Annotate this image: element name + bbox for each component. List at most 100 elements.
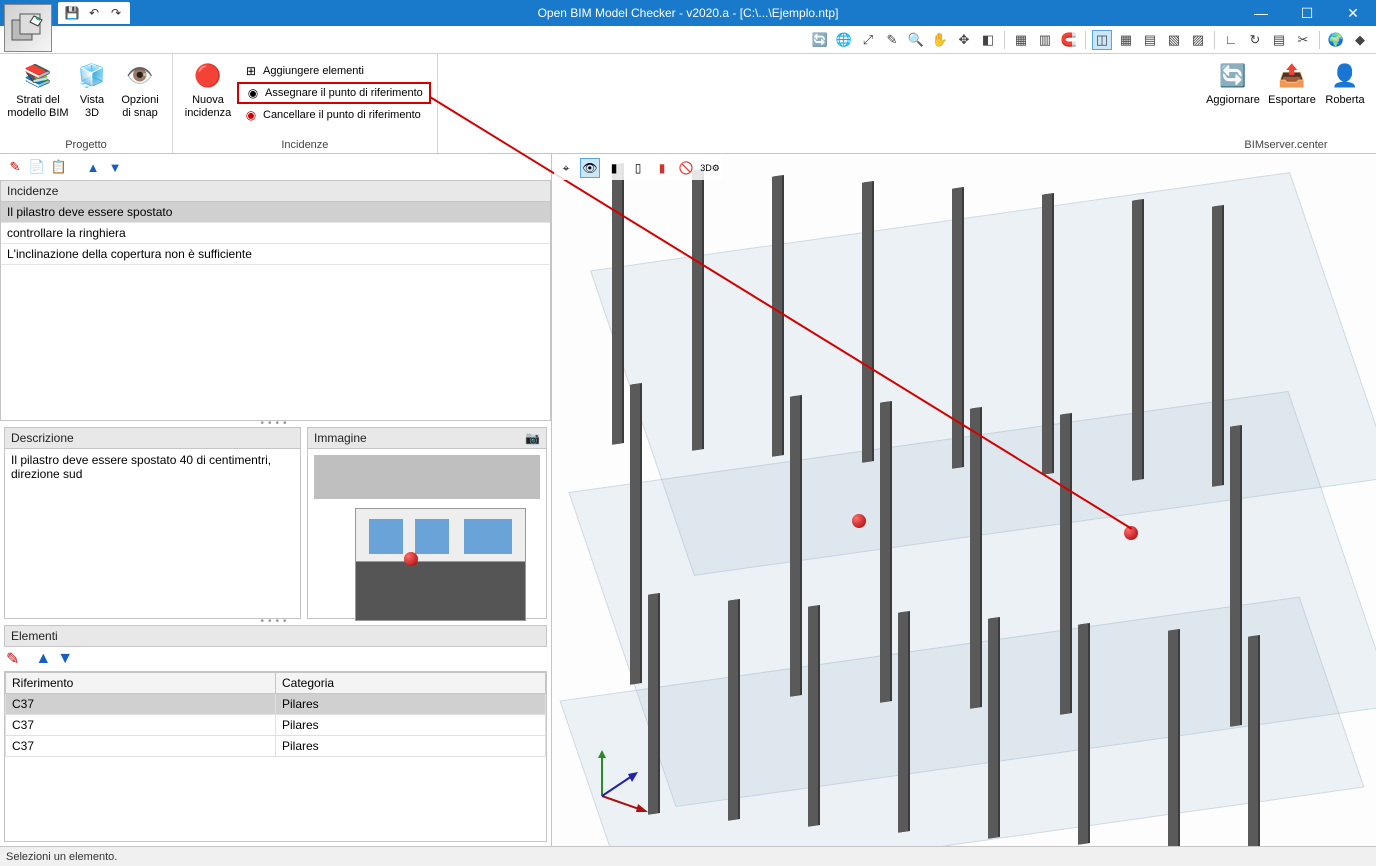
incident-row[interactable]: Il pilastro deve essere spostato [1, 202, 550, 223]
pillar [808, 605, 818, 826]
orbit-icon[interactable]: 🔄 [810, 30, 830, 50]
vp-tool1-icon[interactable]: ▮ [604, 158, 624, 178]
magnet-icon[interactable]: 🧲 [1059, 30, 1079, 50]
world-icon[interactable]: 🌍 [1326, 30, 1346, 50]
incident-row[interactable]: L'inclinazione della copertura non è suf… [1, 244, 550, 265]
axis-icon[interactable]: ⌖ [556, 158, 576, 178]
col-categoria[interactable]: Categoria [276, 672, 546, 693]
incident-row[interactable]: controllare la ringhiera [1, 223, 550, 244]
move-down-icon[interactable]: ▼ [57, 650, 73, 668]
group-label: BIMserver.center [1202, 137, 1370, 153]
ribbon-spacer [438, 54, 1196, 153]
camera-icon[interactable]: 📷 [525, 431, 540, 445]
vista3d-button[interactable]: 🧊 Vista 3D [70, 58, 114, 121]
incidents-list[interactable]: Il pilastro deve essere spostatocontroll… [0, 202, 551, 421]
nuova-incidenza-button[interactable]: 🔴 Nuova incidenza [179, 58, 237, 121]
table-row[interactable]: C37Pilares [6, 693, 546, 714]
add-elements-button[interactable]: ⊞ Aggiungere elementi [237, 60, 431, 82]
left-pane: ✎ 📄 📋 ▲ ▼ Incidenze Il pilastro deve ess… [0, 154, 552, 846]
elements-table[interactable]: Riferimento Categoria C37PilaresC37Pilar… [5, 672, 546, 757]
pillar [898, 611, 908, 832]
3d-viewport[interactable]: ⌖ 👁 ▮ ▯ ▮ 🚫 3D⚙ [552, 154, 1376, 846]
hatch1-icon[interactable]: ▤ [1140, 30, 1160, 50]
separator [1319, 31, 1320, 49]
rotate-icon[interactable]: ↻ [1245, 30, 1265, 50]
eye-icon[interactable]: 👁 [580, 158, 600, 178]
status-bar: Selezioni un elemento. [0, 846, 1376, 866]
move-icon[interactable]: ✥ [954, 30, 974, 50]
table-row[interactable]: C37Pilares [6, 735, 546, 756]
aggiornare-button[interactable]: 🔄 Aggiornare [1202, 58, 1264, 109]
close-button[interactable]: ✕ [1330, 0, 1376, 26]
hatch2-icon[interactable]: ▧ [1164, 30, 1184, 50]
pillar [772, 175, 782, 456]
delete-reference-button[interactable]: ◉ Cancellare il punto di riferimento [237, 104, 431, 126]
target-delete-icon: ◉ [243, 107, 259, 123]
minimize-button[interactable]: — [1238, 0, 1284, 26]
eye-icon: 👁️ [124, 60, 156, 92]
window-icon[interactable]: ◧ [978, 30, 998, 50]
grid-icon[interactable]: ▦ [1116, 30, 1136, 50]
draw-icon[interactable]: ✎ [882, 30, 902, 50]
image-panel: Immagine 📷 [307, 427, 547, 619]
vp-tool2-icon[interactable]: ▯ [628, 158, 648, 178]
globe-icon[interactable]: 🌐 [834, 30, 854, 50]
vp-3d-icon[interactable]: 3D⚙ [700, 158, 720, 178]
hatch3-icon[interactable]: ▨ [1188, 30, 1208, 50]
incidents-header: Incidenze [0, 180, 551, 202]
pillar [1132, 199, 1142, 480]
save-button[interactable]: 💾 [62, 3, 82, 23]
vp-hide-icon[interactable]: 🚫 [676, 158, 696, 178]
diamond-icon[interactable]: ◆ [1350, 30, 1370, 50]
image-preview[interactable] [307, 449, 547, 619]
description-text[interactable]: Il pilastro deve essere spostato 40 di c… [4, 449, 301, 619]
image-header: Immagine 📷 [307, 427, 547, 449]
separator [1214, 31, 1215, 49]
paste-icon[interactable]: 📋 [50, 158, 68, 176]
edit-icon[interactable]: ✎ [6, 158, 24, 176]
description-panel: Descrizione Il pilastro deve essere spos… [4, 427, 301, 619]
ribbon: 📚 Strati del modello BIM 🧊 Vista 3D 👁️ O… [0, 54, 1376, 154]
new-incident-icon: 🔴 [192, 60, 224, 92]
pillar [692, 169, 702, 450]
user-button[interactable]: 👤 Roberta [1320, 58, 1370, 109]
quick-access-toolbar: 💾 ↶ ↷ [58, 2, 130, 24]
esportare-button[interactable]: 📤 Esportare [1264, 58, 1320, 109]
pillar [880, 401, 890, 702]
pillar [988, 617, 998, 838]
tool1-icon[interactable]: ▦ [1011, 30, 1031, 50]
viewport-toolbar: ⌖ 👁 ▮ ▯ ▮ 🚫 3D⚙ [554, 156, 722, 180]
maximize-button[interactable]: ☐ [1284, 0, 1330, 26]
angle-icon[interactable]: ∟ [1221, 30, 1241, 50]
elements-header: Elementi [4, 625, 547, 647]
pillar [1168, 629, 1178, 846]
move-up-icon[interactable]: ▲ [35, 650, 51, 668]
move-up-icon[interactable]: ▲ [84, 158, 102, 176]
window-controls: — ☐ ✕ [1238, 0, 1376, 26]
copy-icon[interactable]: 📄 [28, 158, 46, 176]
col-riferimento[interactable]: Riferimento [6, 672, 276, 693]
cube-icon[interactable]: ◫ [1092, 30, 1112, 50]
redo-button[interactable]: ↷ [106, 3, 126, 23]
edit-icon[interactable]: ✎ [6, 649, 19, 669]
layers-icon[interactable]: ▤ [1269, 30, 1289, 50]
tool2-icon[interactable]: ▥ [1035, 30, 1055, 50]
pan-icon[interactable]: ✋ [930, 30, 950, 50]
ribbon-group-progetto: 📚 Strati del modello BIM 🧊 Vista 3D 👁️ O… [0, 54, 173, 153]
reference-point-1 [852, 514, 866, 528]
assign-reference-button[interactable]: ◉ Assegnare il punto di riferimento [237, 82, 431, 104]
strati-button[interactable]: 📚 Strati del modello BIM [6, 58, 70, 121]
window-title: Open BIM Model Checker - v2020.a - [C:\.… [538, 6, 839, 20]
pillar [612, 163, 622, 444]
pillar [1042, 193, 1052, 474]
snap-button[interactable]: 👁️ Opzioni di snap [114, 58, 166, 121]
table-row[interactable]: C37Pilares [6, 714, 546, 735]
vp-tool3-icon[interactable]: ▮ [652, 158, 672, 178]
status-text: Selezioni un elemento. [6, 851, 117, 863]
undo-button[interactable]: ↶ [84, 3, 104, 23]
move-down-icon[interactable]: ▼ [106, 158, 124, 176]
cut-icon[interactable]: ✂ [1293, 30, 1313, 50]
target-icon: ◉ [245, 85, 261, 101]
zoom-in-icon[interactable]: 🔍 [906, 30, 926, 50]
zoom-extents-icon[interactable]: ⤢ [858, 30, 878, 50]
